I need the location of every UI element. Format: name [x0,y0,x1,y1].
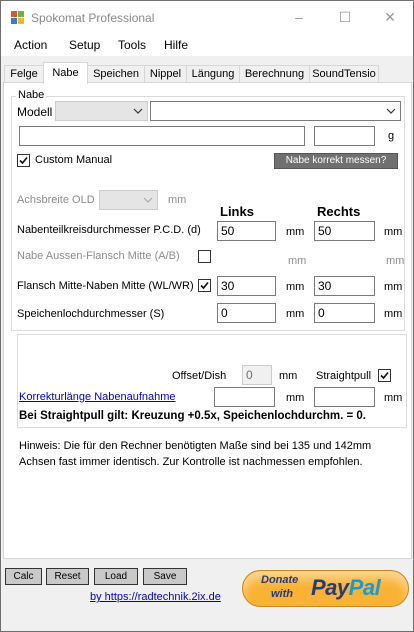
modell-combo-brand[interactable] [55,101,148,121]
tab-soundtensio[interactable]: SoundTensio [309,65,379,83]
tab-panel-nabe: Nabe Modell g Custom Manual Nabe korrekt… [3,82,412,559]
chevron-down-icon [386,108,396,114]
korrektur-left-unit: mm [286,392,305,404]
straightpull-label: Straightpull [316,370,372,382]
aussen-flansch-right-unit: mm [386,255,405,267]
offset-dish-input[interactable]: 0 [242,365,272,385]
pcd-left-unit: mm [286,226,305,238]
korrektur-right-input[interactable] [314,387,375,407]
achsbreite-unit: mm [168,194,187,206]
column-header-rechts: Rechts [317,204,361,219]
achsbreite-combo[interactable] [99,190,158,210]
korrekturlaenge-link[interactable]: Korrekturlänge Nabenaufnahme [19,391,176,403]
achsbreite-label: Achsbreite OLD [17,194,95,206]
save-button[interactable]: Save [143,568,187,585]
checkmark-icon [19,156,28,165]
speichenloch-label: Speichenlochdurchmesser (S) [17,308,165,320]
calc-button[interactable]: Calc [5,568,42,585]
donate-text: Donate [261,574,299,586]
window-title: Spokomat Professional [31,11,155,25]
tab-strip: Felge Nabe Speichen Nippel Längung Berec… [1,62,413,84]
chevron-down-icon [133,108,143,114]
straightpull-checkbox[interactable] [378,369,391,382]
reset-button[interactable]: Reset [46,568,89,585]
menu-bar: Action Setup Tools Hilfe [1,34,413,56]
hinweis-line-1: Hinweis: Die für den Rechner benötigten … [19,440,372,452]
app-window: Spokomat Professional – ☐ ✕ Action Setup… [0,0,414,632]
flansch-mitte-right-unit: mm [384,281,403,293]
tab-laengung[interactable]: Längung [186,65,240,83]
hinweis-line-2: Achsen fast immer identisch. Zur Kontrol… [19,456,363,468]
checkmark-icon [200,281,209,290]
title-bar: Spokomat Professional – ☐ ✕ [1,1,413,34]
credit-link[interactable]: by https://radtechnik.2ix.de [90,591,221,603]
tab-berechnung[interactable]: Berechnung [239,65,310,83]
custom-manual-checkbox[interactable] [17,154,30,167]
menu-action[interactable]: Action [14,38,47,52]
tab-nabe[interactable]: Nabe [43,62,88,84]
weight-unit: g [388,130,395,142]
nabe-korrekt-messen-button[interactable]: Nabe korrekt messen? [274,153,398,169]
modell-combo-model[interactable] [150,101,401,121]
pcd-right-input[interactable]: 50 [314,221,375,241]
nabe-weight-input[interactable] [314,126,375,146]
app-icon [11,11,24,24]
close-button[interactable]: ✕ [367,1,413,34]
menu-tools[interactable]: Tools [118,38,146,52]
flansch-mitte-label: Flansch Mitte-Naben Mitte (WL/WR) [17,280,194,292]
maximize-button[interactable]: ☐ [322,1,368,34]
modell-label: Modell [17,105,53,119]
flansch-mitte-left-input[interactable]: 30 [217,276,276,296]
pcd-right-unit: mm [384,226,403,238]
nabe-group-label: Nabe [16,89,47,101]
menu-hilfe[interactable]: Hilfe [164,38,188,52]
flansch-mitte-right-input[interactable]: 30 [314,276,375,296]
tab-felge[interactable]: Felge [4,65,44,83]
aussen-flansch-left-unit: mm [288,255,307,267]
flansch-mitte-left-unit: mm [286,281,305,293]
paypal-logo: PayPal [311,575,381,601]
chevron-down-icon [143,197,153,203]
aussen-flansch-checkbox[interactable] [198,250,211,263]
speichenloch-left-unit: mm [286,308,305,320]
korrektur-left-input[interactable] [214,387,275,407]
aussen-flansch-label: Nabe Aussen-Flansch Mitte (A/B) [17,250,180,262]
offset-dish-unit: mm [279,370,298,382]
offset-dish-label: Offset/Dish [172,370,227,382]
paypal-wordmark: PayPal [311,575,381,600]
load-button[interactable]: Load [94,568,138,585]
straightpull-note: Bei Straightpull gilt: Kreuzung +0.5x, S… [19,410,366,422]
pcd-left-input[interactable]: 50 [217,221,276,241]
pcd-label: Nabenteilkreisdurchmesser P.C.D. (d) [17,224,201,236]
speichenloch-right-input[interactable]: 0 [314,303,375,323]
speichenloch-right-unit: mm [384,308,403,320]
custom-manual-label: Custom Manual [35,154,113,166]
paypal-donate-button[interactable]: Donate with PayPal [242,570,409,607]
nabe-name-input[interactable] [19,126,305,146]
menu-setup[interactable]: Setup [69,38,100,52]
tab-nippel[interactable]: Nippel [144,65,187,83]
column-header-links: Links [220,204,254,219]
checkmark-icon [380,371,389,380]
tab-speichen[interactable]: Speichen [87,65,145,83]
with-text: with [271,588,293,600]
flansch-mitte-checkbox[interactable] [198,279,211,292]
speichenloch-left-input[interactable]: 0 [217,303,276,323]
korrektur-right-unit: mm [384,392,403,404]
minimize-button[interactable]: – [276,1,322,34]
